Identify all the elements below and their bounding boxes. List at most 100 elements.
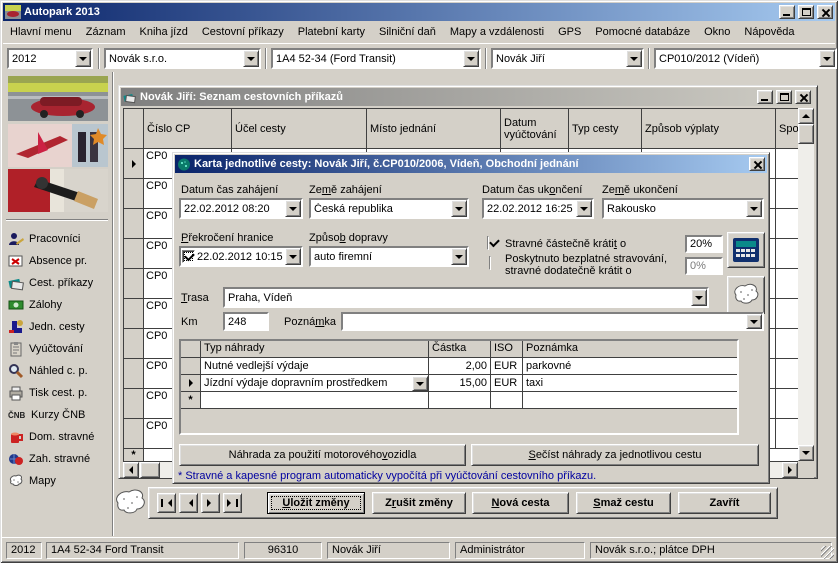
sidebar-item-kurzy-cnb[interactable]: ČNB Kurzy ČNB	[8, 406, 85, 424]
km-input[interactable]: 248	[223, 312, 269, 331]
menu-silnicni-dan[interactable]: Silniční daň	[372, 24, 443, 40]
chevron-down-icon[interactable]	[285, 248, 301, 265]
sidebar-item-cest-prikazy[interactable]: Cest. příkazy	[8, 274, 93, 292]
chevron-down-icon[interactable]	[691, 289, 707, 306]
company-value: Novák s.r.o.	[109, 53, 241, 65]
person-combobox[interactable]: Novák Jiří	[491, 48, 644, 69]
sum-trip-button[interactable]: Sečíst náhrady za jednotlivou cestu	[471, 444, 759, 466]
expense-iso-cell[interactable]: EUR	[491, 358, 523, 375]
window-maximize-icon[interactable]	[776, 90, 792, 104]
sidebar-item-mapy[interactable]: Mapy	[8, 472, 56, 490]
start-datetime-combobox[interactable]: 22.02.2012 08:20	[179, 198, 303, 219]
border-crossing-checkbox[interactable]	[182, 250, 195, 263]
menu-platebni-karty[interactable]: Platební karty	[291, 24, 372, 40]
delete-trip-button[interactable]: Smaž cestu	[576, 492, 671, 514]
chevron-down-icon[interactable]	[463, 50, 479, 67]
vertical-scrollbar[interactable]	[798, 108, 814, 461]
expense-type-cell[interactable]: Nutné vedlejší výdaje	[201, 358, 429, 375]
menu-pomocne-databaze[interactable]: Pomocné databáze	[588, 24, 697, 40]
trip-card-dialog: Karta jednotlivé cesty: Novák Jiří, č.CP…	[172, 152, 770, 484]
sidebar-item-zah-stravne[interactable]: Zah. stravné	[8, 450, 90, 468]
menu-cestovni-prikazy[interactable]: Cestovní příkazy	[195, 24, 291, 40]
end-datetime-combobox[interactable]: 22.02.2012 16:25	[482, 198, 594, 219]
menu-hlavni-menu[interactable]: Hlavní menu	[3, 24, 79, 40]
route-combobox[interactable]: Praha, Vídeň	[223, 287, 709, 308]
chevron-down-icon[interactable]	[243, 50, 259, 67]
dialog-close-icon[interactable]	[749, 157, 765, 171]
vehicle-compensation-button[interactable]: Náhrada za použití motorového vozidla	[179, 444, 466, 466]
expense-amount-cell[interactable]: 15,00	[429, 375, 491, 392]
app-minimize-icon[interactable]	[779, 5, 795, 19]
expense-iso-cell[interactable]: EUR	[491, 375, 523, 392]
start-country-combobox[interactable]: Česká republika	[309, 198, 469, 219]
chevron-down-icon[interactable]	[746, 314, 762, 329]
resize-grip[interactable]	[821, 546, 834, 559]
first-record-icon[interactable]	[157, 493, 176, 513]
calculator-button[interactable]	[727, 232, 765, 268]
cancel-changes-button[interactable]: Zrušit změny	[372, 492, 466, 514]
expense-note-cell[interactable]: parkovné	[523, 358, 737, 375]
chevron-down-icon[interactable]	[746, 200, 762, 217]
menu-mapy-a-vzdalenosti[interactable]: Mapy a vzdálenosti	[443, 24, 551, 40]
expense-note-cell[interactable]: taxi	[523, 375, 737, 392]
menu-kniha-jizd[interactable]: Kniha jízd	[133, 24, 195, 40]
horizontal-scroll-thumb[interactable]	[140, 462, 160, 478]
menu-napoveda[interactable]: Nápověda	[737, 24, 801, 40]
sidebar-item-absence[interactable]: Absence pr.	[8, 252, 87, 270]
company-combobox[interactable]: Novák s.r.o.	[104, 48, 261, 69]
last-record-icon[interactable]	[223, 493, 242, 513]
app-maximize-icon[interactable]	[798, 5, 814, 19]
meal-free-percent-input[interactable]: 0%	[685, 257, 723, 275]
chevron-down-icon[interactable]	[451, 200, 467, 217]
scroll-right-icon[interactable]	[782, 462, 798, 478]
meal-partial-checkbox[interactable]	[487, 236, 489, 250]
meal-partial-percent-input[interactable]: 20%	[685, 235, 723, 253]
scroll-up-icon[interactable]	[798, 108, 814, 124]
chevron-down-icon[interactable]	[285, 200, 301, 217]
sidebar-item-nahled[interactable]: Náhled c. p.	[8, 362, 88, 380]
end-country-combobox[interactable]: Rakousko	[602, 198, 764, 219]
vertical-scroll-thumb[interactable]	[798, 124, 814, 144]
vehicle-combobox[interactable]: 1A4 52-34 (Ford Transit)	[271, 48, 481, 69]
expenses-column-typ: Typ náhrady	[201, 341, 429, 358]
sidebar-item-pracovnici[interactable]: Pracovníci	[8, 230, 80, 248]
chevron-down-icon[interactable]	[626, 50, 642, 67]
chevron-down-icon[interactable]	[576, 200, 592, 217]
chevron-down-icon[interactable]	[451, 248, 467, 265]
menu-gps[interactable]: GPS	[551, 24, 588, 40]
app-close-icon[interactable]	[817, 5, 833, 19]
menu-okno[interactable]: Okno	[697, 24, 737, 40]
sidebar-item-jedn-cesty[interactable]: Jedn. cesty	[8, 318, 85, 336]
save-changes-button[interactable]: Uložit změny	[267, 492, 365, 514]
sidebar-item-zalohy[interactable]: Zálohy	[8, 296, 62, 314]
sidebar-item-label: Dom. stravné	[29, 431, 94, 443]
next-record-icon[interactable]	[201, 493, 220, 513]
map-button[interactable]	[727, 276, 765, 314]
border-crossing-value: 22.02.2012 10:15	[197, 251, 283, 263]
trip-order-combobox[interactable]: CP010/2012 (Vídeň)	[654, 48, 837, 69]
chevron-down-icon[interactable]	[819, 50, 835, 67]
scroll-down-icon[interactable]	[798, 445, 814, 461]
expense-type-cell[interactable]: Jízdní výdaje dopravním prostředkem	[201, 375, 429, 392]
chevron-down-icon[interactable]	[75, 50, 91, 67]
menu-zaznam[interactable]: Záznam	[79, 24, 133, 40]
window-close-icon[interactable]	[795, 90, 811, 104]
sidebar-item-tisk[interactable]: Tisk cest. p.	[8, 384, 87, 402]
transport-mode-combobox[interactable]: auto firemní	[309, 246, 469, 267]
year-combobox[interactable]: 2012	[7, 48, 93, 69]
scroll-left-icon[interactable]	[123, 462, 139, 478]
new-trip-button[interactable]: Nová cesta	[472, 492, 569, 514]
previous-record-icon[interactable]	[179, 493, 198, 513]
border-crossing-combobox[interactable]: 22.02.2012 10:15	[179, 246, 303, 267]
expense-amount-cell[interactable]: 2,00	[429, 358, 491, 375]
meal-free-checkbox[interactable]	[489, 256, 491, 270]
note-combobox[interactable]	[341, 312, 764, 331]
expenses-new-row-marker[interactable]: *	[181, 392, 201, 409]
expenses-row-selector[interactable]	[181, 358, 201, 375]
sidebar-item-dom-stravne[interactable]: Dom. stravné	[8, 428, 94, 446]
expenses-current-row-icon[interactable]	[181, 375, 201, 392]
sidebar-item-vyuctovani[interactable]: Vyúčtování	[8, 340, 83, 358]
chevron-down-icon[interactable]	[412, 376, 428, 391]
close-button[interactable]: Zavřít	[678, 492, 771, 514]
window-minimize-icon[interactable]	[757, 90, 773, 104]
